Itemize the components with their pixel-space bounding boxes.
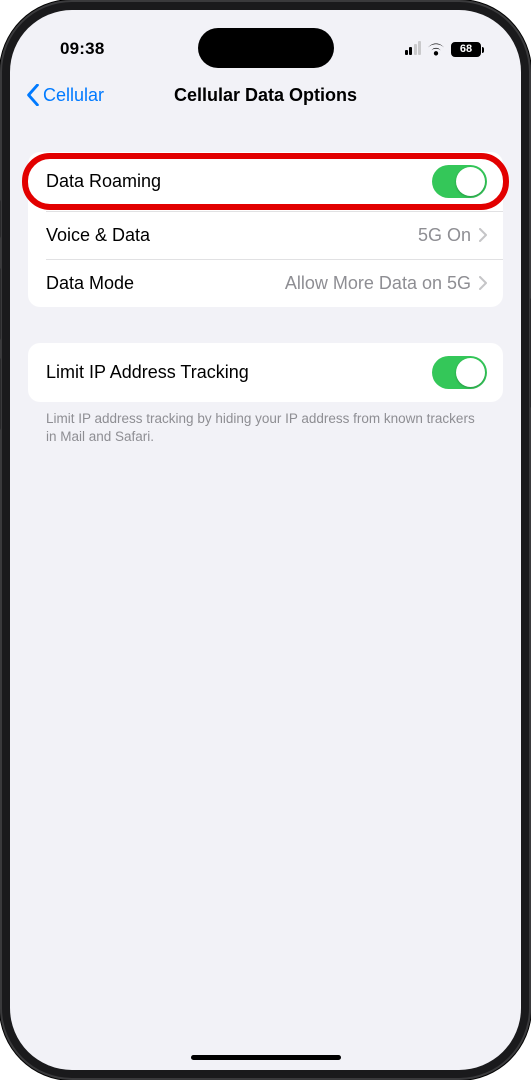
row-data-roaming[interactable]: Data Roaming (28, 152, 503, 211)
status-icons: 68 (405, 42, 486, 57)
dynamic-island (198, 28, 334, 68)
settings-group-2: Limit IP Address Tracking (28, 343, 503, 402)
phone-frame: 09:38 68 Cellular (0, 0, 531, 1080)
row-label: Data Roaming (46, 171, 161, 192)
navigation-bar: Cellular Cellular Data Options (10, 70, 521, 120)
group-footer-text: Limit IP address tracking by hiding your… (28, 402, 503, 446)
battery-icon: 68 (451, 42, 481, 57)
row-label: Data Mode (46, 273, 134, 294)
row-label: Limit IP Address Tracking (46, 362, 249, 383)
chevron-left-icon (26, 84, 40, 106)
battery-percentage: 68 (460, 43, 472, 55)
screen: 09:38 68 Cellular (10, 10, 521, 1070)
row-value: 5G On (418, 225, 471, 246)
data-roaming-toggle[interactable] (432, 165, 487, 198)
cellular-signal-icon (405, 43, 422, 55)
row-voice-and-data[interactable]: Voice & Data 5G On (28, 211, 503, 259)
status-time: 09:38 (46, 39, 104, 59)
wifi-icon (427, 43, 445, 56)
side-button-silence (0, 200, 1, 238)
row-label: Voice & Data (46, 225, 150, 246)
side-button-volume-down (0, 358, 1, 430)
side-button-volume-up (0, 268, 1, 340)
back-button[interactable]: Cellular (26, 84, 104, 106)
limit-ip-tracking-toggle[interactable] (432, 356, 487, 389)
row-value: Allow More Data on 5G (285, 273, 471, 294)
row-data-mode[interactable]: Data Mode Allow More Data on 5G (28, 259, 503, 307)
chevron-right-icon (479, 228, 487, 242)
row-limit-ip-tracking[interactable]: Limit IP Address Tracking (28, 343, 503, 402)
home-indicator[interactable] (191, 1055, 341, 1060)
content: Data Roaming Voice & Data 5G On Data Mod… (10, 120, 521, 446)
back-label: Cellular (43, 85, 104, 106)
settings-group-1: Data Roaming Voice & Data 5G On Data Mod… (28, 152, 503, 307)
chevron-right-icon (479, 276, 487, 290)
